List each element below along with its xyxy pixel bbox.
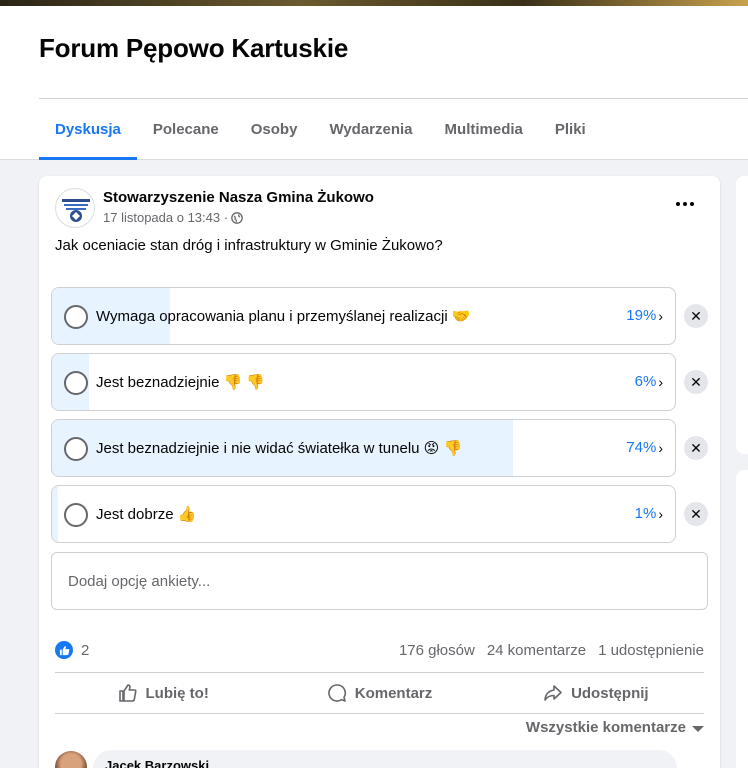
post-timestamp[interactable]: 17 listopada o 13:43 ·	[103, 210, 228, 225]
poll-option-percent[interactable]: 19% ›	[626, 307, 663, 324]
comments-count[interactable]: 24 komentarze	[487, 642, 586, 659]
commenter-name[interactable]: Jacek Barzowski	[105, 758, 209, 768]
author-name[interactable]: Stowarzyszenie Nasza Gmina Żukowo	[103, 189, 374, 206]
comment-bubble: Jacek Barzowski	[93, 750, 677, 768]
poll-option-label: Wymaga opracowania planu i przemyślanej …	[96, 308, 471, 325]
header-divider	[39, 98, 748, 99]
radio-icon[interactable]	[64, 305, 88, 329]
share-icon	[544, 685, 562, 701]
post-stats: 2 176 głosów 24 komentarze 1 udostępnien…	[55, 638, 704, 662]
radio-icon[interactable]	[64, 371, 88, 395]
caret-down-icon	[692, 725, 704, 732]
remove-option-icon[interactable]: ✕	[684, 436, 708, 460]
poll-question: Jak oceniacie stan dróg i infrastruktury…	[55, 237, 443, 254]
poll-post: Stowarzyszenie Nasza Gmina Żukowo 17 lis…	[39, 176, 720, 768]
poll-option[interactable]: Jest beznadziejnie 👎 👎 6% ›	[51, 353, 676, 411]
poll-option-fill	[52, 486, 59, 542]
poll-option-label: Jest dobrze 👍	[96, 506, 197, 523]
tab-dyskusja[interactable]: Dyskusja	[39, 102, 137, 160]
like-count[interactable]: 2	[81, 642, 89, 659]
post-actions: Lubię to! Komentarz Udostępnij	[55, 674, 704, 712]
shares-count[interactable]: 1 udostępnienie	[598, 642, 704, 659]
tab-polecane[interactable]: Polecane	[137, 102, 235, 160]
poll-option-label: Jest beznadziejnie i nie widać światełka…	[96, 440, 463, 457]
group-title[interactable]: Forum Pępowo Kartuskie	[39, 33, 348, 64]
remove-option-icon[interactable]: ✕	[684, 304, 708, 328]
tab-pliki[interactable]: Pliki	[539, 102, 602, 160]
commenter-avatar[interactable]	[55, 751, 87, 768]
like-reaction-icon[interactable]	[55, 641, 73, 659]
comment-icon	[327, 684, 346, 702]
poll-option-percent[interactable]: 1% ›	[635, 505, 663, 522]
divider	[55, 713, 704, 714]
share-button[interactable]: Udostępnij	[488, 674, 704, 712]
tab-multimedia[interactable]: Multimedia	[429, 102, 539, 160]
poll-option[interactable]: Jest dobrze 👍 1% ›	[51, 485, 676, 543]
remove-option-icon[interactable]: ✕	[684, 502, 708, 526]
poll-option[interactable]: Wymaga opracowania planu i przemyślanej …	[51, 287, 676, 345]
chevron-right-icon: ›	[658, 307, 663, 324]
remove-option-icon[interactable]: ✕	[684, 370, 708, 394]
thumbs-up-icon	[118, 684, 137, 702]
globe-icon	[231, 211, 243, 224]
more-options-icon[interactable]	[671, 194, 699, 214]
votes-count[interactable]: 176 głosów	[399, 642, 475, 659]
post-meta: 17 listopada o 13:43 ·	[103, 210, 243, 225]
chevron-right-icon: ›	[658, 439, 663, 456]
right-sidebar-card	[736, 470, 748, 768]
poll-option-percent[interactable]: 74% ›	[626, 439, 663, 456]
author-avatar[interactable]	[55, 188, 95, 228]
group-tabs: Dyskusja Polecane Osoby Wydarzenia Multi…	[39, 102, 602, 160]
comment-button[interactable]: Komentarz	[271, 674, 487, 712]
poll-option-percent[interactable]: 6% ›	[635, 373, 663, 390]
chevron-right-icon: ›	[658, 373, 663, 390]
poll-option[interactable]: Jest beznadziejnie i nie widać światełka…	[51, 419, 676, 477]
group-header: Forum Pępowo Kartuskie Dyskusja Polecane…	[0, 6, 748, 160]
divider	[55, 672, 704, 673]
radio-icon[interactable]	[64, 503, 88, 527]
chevron-right-icon: ›	[658, 505, 663, 522]
tab-wydarzenia[interactable]: Wydarzenia	[313, 102, 428, 160]
tab-osoby[interactable]: Osoby	[235, 102, 314, 160]
add-poll-option	[51, 552, 708, 610]
right-sidebar-card	[736, 176, 748, 454]
add-option-input[interactable]	[52, 553, 707, 609]
comments-filter[interactable]: Wszystkie komentarze	[526, 719, 704, 736]
like-button[interactable]: Lubię to!	[55, 674, 271, 712]
poll-option-label: Jest beznadziejnie 👎 👎	[96, 374, 266, 391]
radio-icon[interactable]	[64, 437, 88, 461]
